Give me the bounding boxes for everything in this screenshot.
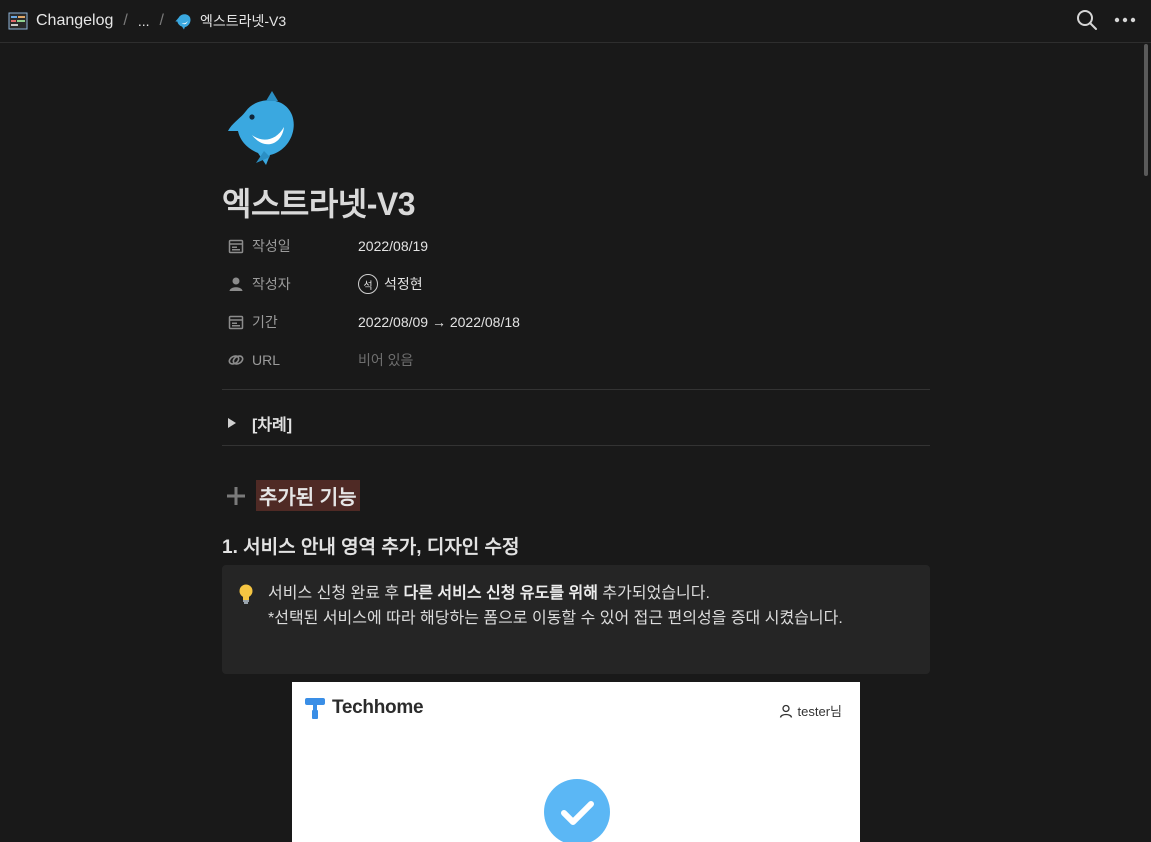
divider [222,389,930,390]
property-name: 작성일 [252,238,291,254]
property-value[interactable]: 2022/08/09 → 2022/08/18 [358,314,520,330]
toggle-triangle-icon[interactable] [228,418,236,428]
search-icon [1077,10,1097,30]
callout-block[interactable]: 서비스 신청 완료 후 다른 서비스 신청 유도를 위해 추가되었습니다. *선… [222,565,930,674]
heading-1[interactable]: 추가된 기능 [226,480,360,511]
callout-bold-text: 다른 서비스 신청 유도를 위해 [403,585,598,602]
property-name: URL [252,352,281,368]
properties-list: 작성일 2022/08/19 작성자 석 석정현 기간 2022/08/09 →… [222,227,930,379]
property-value[interactable]: 석정현 [384,274,423,294]
scrollbar[interactable] [1144,44,1148,176]
divider [222,445,930,446]
link-icon [228,355,244,365]
property-url[interactable]: URL 비어 있음 [222,341,930,379]
brand-name: Techhome [332,697,424,718]
person-icon [229,277,243,291]
avatar: 석 [358,274,378,294]
property-value[interactable]: 2022/08/19 [358,238,428,254]
property-author[interactable]: 작성자 석 석정현 [222,265,930,303]
paint-roller-icon [305,698,325,719]
property-value-empty[interactable]: 비어 있음 [358,350,413,370]
plus-icon [227,486,245,505]
top-bar: Changelog / ... / 엑스트라넷-V3 [0,0,1151,43]
breadcrumb-root[interactable]: Changelog [36,12,113,30]
property-created-date[interactable]: 작성일 2022/08/19 [222,227,930,265]
callout-line-2: *선택된 서비스에 따라 해당하는 폼으로 이동할 수 있어 접근 편의성을 증… [268,610,843,627]
lightbulb-icon [239,584,253,604]
breadcrumb-separator: / [123,12,128,29]
user-icon [779,704,792,718]
page-title[interactable]: 엑스트라넷-V3 [222,179,416,225]
heading-3[interactable]: 1. 서비스 안내 영역 추가, 디자인 수정 [222,532,520,559]
calendar-icon [228,315,244,330]
breadcrumb-separator: / [159,12,164,29]
callout-text: 서비스 신청 완료 후 [268,585,404,602]
techhome-logo: Techhome [304,696,424,720]
heading-text: 추가된 기능 [256,480,360,511]
toggle-block[interactable]: [차례] [228,411,292,435]
dolphin-icon [174,12,192,30]
user-menu: tester님 [779,701,842,720]
more-icon [1114,17,1136,23]
more-options-button[interactable] [1113,8,1137,32]
search-button[interactable] [1075,8,1099,32]
callout-text: 추가되었습니다. [597,585,710,602]
breadcrumb-current[interactable]: 엑스트라넷-V3 [200,11,286,31]
breadcrumb: Changelog / ... / 엑스트라넷-V3 [8,11,286,31]
check-circle-icon [544,779,610,842]
calendar-icon [228,239,244,254]
toggle-label: [차례] [252,417,293,434]
property-period[interactable]: 기간 2022/08/09 → 2022/08/18 [222,303,930,341]
changelog-icon [8,11,28,31]
property-name: 작성자 [252,276,291,292]
dolphin-icon[interactable] [226,91,298,167]
breadcrumb-ellipsis[interactable]: ... [138,13,150,29]
user-name: tester님 [797,704,842,719]
property-name: 기간 [252,314,278,330]
embedded-screenshot[interactable]: Techhome tester님 [292,682,860,842]
